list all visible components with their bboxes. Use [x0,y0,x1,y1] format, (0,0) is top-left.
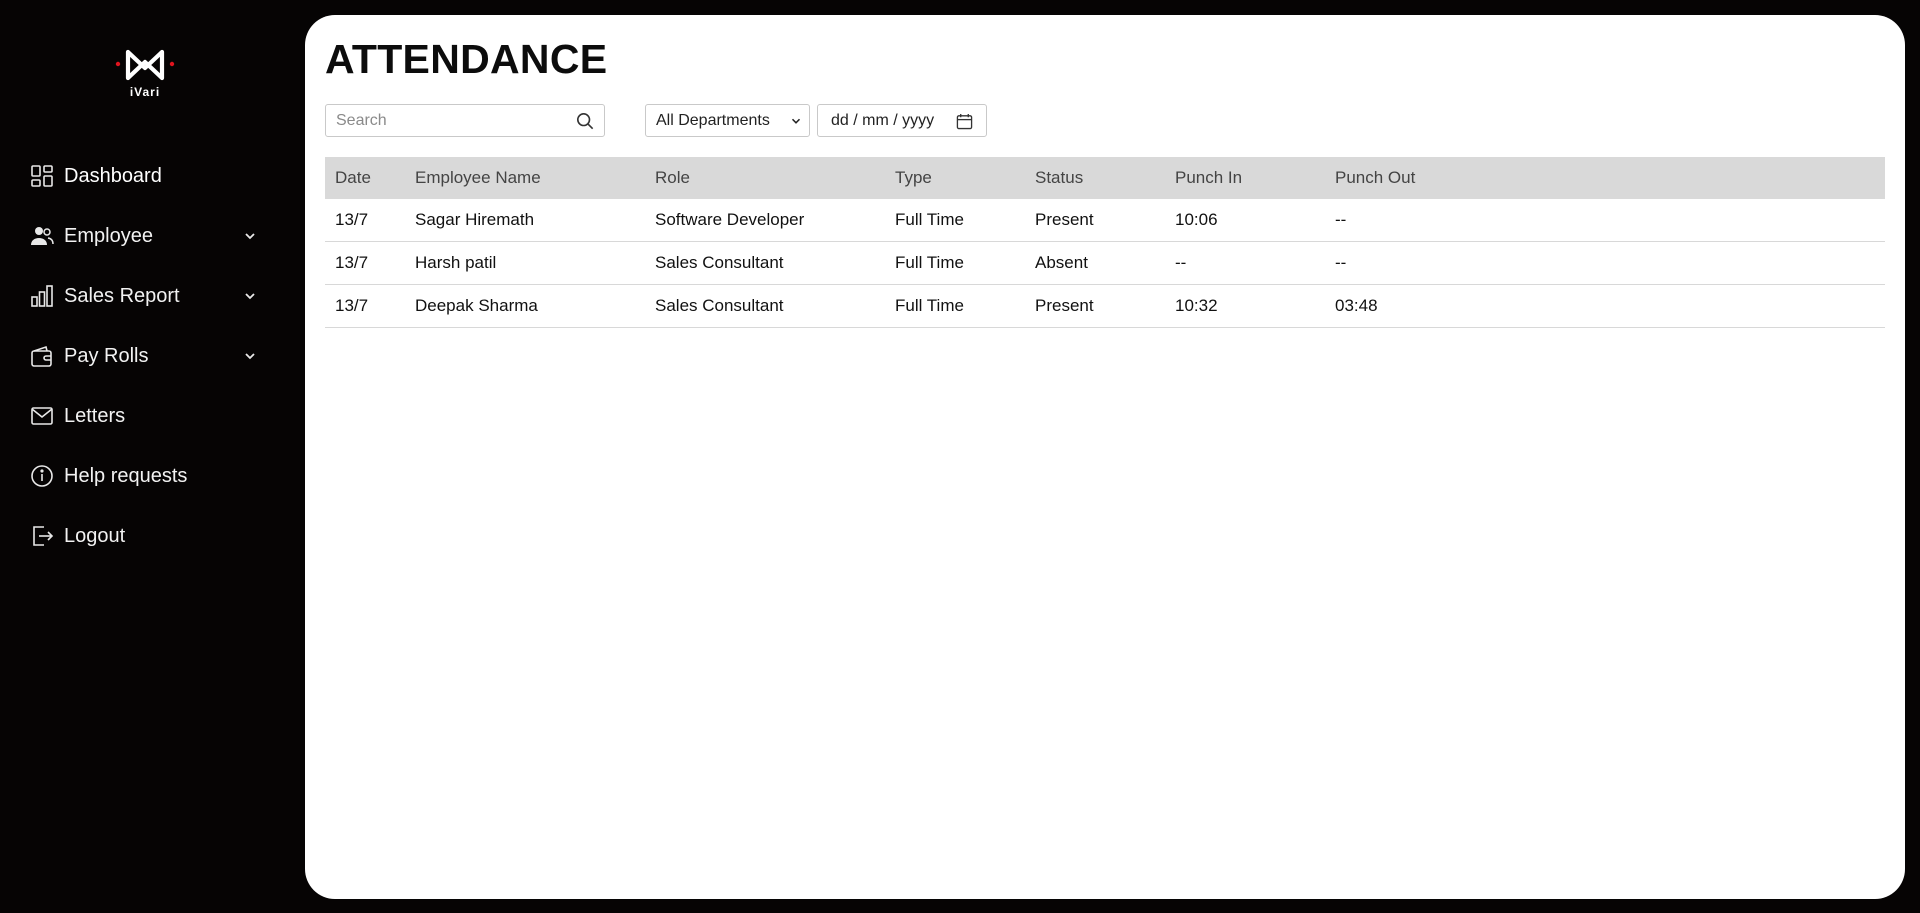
search-box[interactable] [325,104,605,137]
bar-chart-icon [29,283,55,309]
logo-text: iVari [129,85,161,99]
mail-icon [29,403,55,429]
cell-punch-out: 03:48 [1325,284,1885,328]
logout-icon [29,523,55,549]
date-picker[interactable]: dd / mm / yyyy [817,104,987,137]
sidebar: iVari Dashboard Employee Sales Report Pa… [0,0,305,913]
dashboard-icon [29,163,55,189]
sidebar-item-sales-report[interactable]: Sales Report [0,266,305,326]
column-header-type[interactable]: Type [885,157,1025,199]
chevron-down-icon [791,118,801,124]
cell-role: Sales Consultant [645,241,885,285]
department-select-value: All Departments [656,111,770,129]
ivari-logo[interactable]: iVari [110,44,180,104]
calendar-icon[interactable] [956,113,973,130]
column-header-employee-name[interactable]: Employee Name [405,157,645,199]
sidebar-item-label: Logout [64,524,126,547]
column-header-date[interactable]: Date [325,157,405,199]
sidebar-item-label: Letters [64,404,126,427]
cell-role: Software Developer [645,199,885,242]
cell-punch-in: 10:32 [1165,284,1325,328]
cell-employee-name: Harsh patil [405,241,645,285]
cell-punch-out: -- [1325,199,1885,242]
info-icon [29,463,55,489]
users-icon [29,223,55,249]
cell-type: Full Time [885,241,1025,285]
sidebar-item-dashboard[interactable]: Dashboard [0,146,305,206]
sidebar-item-label: Employee [64,224,153,247]
chevron-down-icon[interactable] [242,288,258,304]
search-icon[interactable] [574,110,596,132]
table-row[interactable]: 13/7 Sagar Hiremath Software Developer F… [325,199,1885,242]
sidebar-item-label: Sales Report [64,284,180,307]
cell-date: 13/7 [325,284,405,328]
sidebar-item-label: Dashboard [64,164,162,187]
sidebar-item-letters[interactable]: Letters [0,386,305,446]
cell-punch-in: 10:06 [1165,199,1325,242]
cell-employee-name: Sagar Hiremath [405,199,645,242]
sidebar-item-pay-rolls[interactable]: Pay Rolls [0,326,305,386]
cell-role: Sales Consultant [645,284,885,328]
cell-employee-name: Deepak Sharma [405,284,645,328]
column-header-role[interactable]: Role [645,157,885,199]
table-row[interactable]: 13/7 Harsh patil Sales Consultant Full T… [325,241,1885,285]
cell-punch-out: -- [1325,241,1885,285]
table-header-row: Date Employee Name Role Type Status Punc… [325,157,1885,199]
logo-mark-icon [115,49,175,81]
department-select[interactable]: All Departments [645,104,810,137]
cell-punch-in: -- [1165,241,1325,285]
column-header-status[interactable]: Status [1025,157,1165,199]
search-input[interactable] [326,104,574,137]
chevron-down-icon[interactable] [242,348,258,364]
main-content: ATTENDANCE All Departments dd / mm / yyy… [305,15,1905,899]
cell-status: Present [1025,199,1165,242]
cell-type: Full Time [885,199,1025,242]
column-header-punch-in[interactable]: Punch In [1165,157,1325,199]
cell-status: Absent [1025,241,1165,285]
date-picker-value: dd / mm / yyyy [831,111,935,129]
cell-status: Present [1025,284,1165,328]
table-row[interactable]: 13/7 Deepak Sharma Sales Consultant Full… [325,284,1885,328]
sidebar-item-label: Pay Rolls [64,344,149,367]
page-title: ATTENDANCE [325,36,608,82]
attendance-table: Date Employee Name Role Type Status Punc… [325,157,1885,328]
sidebar-item-logout[interactable]: Logout [0,506,305,566]
chevron-down-icon[interactable] [242,228,258,244]
sidebar-item-label: Help requests [64,464,188,487]
sidebar-item-employee[interactable]: Employee [0,206,305,266]
wallet-icon [29,343,55,369]
sidebar-nav: Dashboard Employee Sales Report Pay Roll… [0,146,305,566]
column-header-punch-out[interactable]: Punch Out [1325,157,1885,199]
sidebar-item-help-requests[interactable]: Help requests [0,446,305,506]
cell-date: 13/7 [325,199,405,242]
cell-date: 13/7 [325,241,405,285]
cell-type: Full Time [885,284,1025,328]
